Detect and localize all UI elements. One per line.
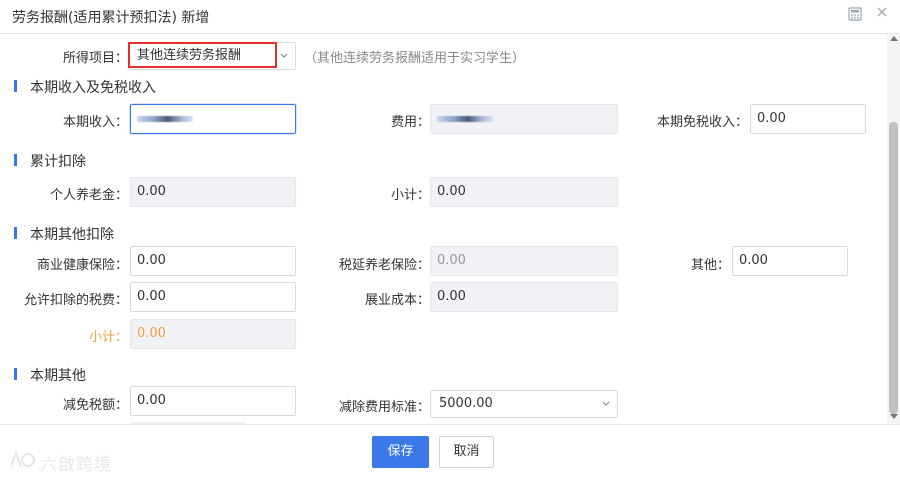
tax-free-income-label: 本期免税收入： xyxy=(656,115,748,130)
dialog-title: 劳务报酬(适用累计预扣法) 新增 xyxy=(12,10,210,26)
section-title-income: 本期收入及免税收入 xyxy=(30,80,156,96)
blurred-value xyxy=(437,115,493,122)
income-item-label: 所得项目： xyxy=(62,51,128,66)
section-title-other-deductions: 本期其他扣除 xyxy=(30,227,114,243)
tax-free-income-input[interactable]: 0.00 xyxy=(750,104,866,134)
pension-input: 0.00 xyxy=(130,177,296,207)
blurred-value xyxy=(137,115,193,122)
deduction-standard-label: 减除费用标准： xyxy=(338,400,430,415)
close-icon[interactable] xyxy=(875,5,889,23)
income-item-hint: （其他连续劳务报酬适用于实习学生） xyxy=(304,51,526,66)
tax-fee-label: 允许扣除的税费： xyxy=(23,293,128,308)
save-button[interactable]: 保存 xyxy=(372,436,429,468)
scrollbar-thumb[interactable] xyxy=(889,122,898,414)
section-marker xyxy=(14,154,17,166)
calculator-icon[interactable] xyxy=(848,7,862,25)
current-income-input[interactable] xyxy=(130,104,296,134)
expense-input xyxy=(430,104,618,134)
deferred-pension-input: 0.00 xyxy=(430,246,618,276)
scroll-down-icon[interactable] xyxy=(890,414,898,419)
tax-relief-input[interactable]: 0.00 xyxy=(130,386,296,416)
expense-label: 费用： xyxy=(390,115,430,130)
cumulative-subtotal-input: 0.00 xyxy=(430,177,618,207)
exhibition-cost-label: 展业成本： xyxy=(364,293,430,308)
cumulative-subtotal-label: 小计： xyxy=(390,188,430,203)
tax-relief-label: 减免税额： xyxy=(62,398,128,413)
current-income-label: 本期收入： xyxy=(62,115,128,130)
section-marker xyxy=(14,227,17,239)
health-insurance-label: 商业健康保险： xyxy=(36,258,128,273)
income-item-select[interactable]: 其他连续劳务报酬 xyxy=(128,42,296,70)
chevron-down-icon xyxy=(279,43,289,80)
cancel-button[interactable]: 取消 xyxy=(439,436,494,468)
health-insurance-input[interactable]: 0.00 xyxy=(130,246,296,276)
watermark-logo-icon xyxy=(8,449,38,475)
exhibition-cost-input: 0.00 xyxy=(430,282,618,312)
section-title-other: 本期其他 xyxy=(30,368,86,384)
deferred-pension-label: 税延养老保险： xyxy=(338,258,430,273)
other-deduction-subtotal-input: 0.00 xyxy=(130,319,296,349)
section-title-cumulative: 累计扣除 xyxy=(30,154,86,170)
watermark-text: 六啟跨境 xyxy=(40,455,112,475)
other-deduction-subtotal-label: 小计： xyxy=(88,330,128,345)
chevron-down-icon xyxy=(601,391,611,424)
deduction-standard-select[interactable]: 5000.00 xyxy=(430,390,618,418)
pension-label: 个人养老金： xyxy=(49,188,128,203)
other-deduction-label: 其他： xyxy=(690,258,730,273)
dialog-content: 所得项目： 其他连续劳务报酬 （其他连续劳务报酬适用于实习学生） 本期收入及免税… xyxy=(0,34,886,424)
other-deduction-input[interactable]: 0.00 xyxy=(732,246,848,276)
income-item-value: 其他连续劳务报酬 xyxy=(137,48,242,63)
deduction-standard-value: 5000.00 xyxy=(439,396,493,411)
section-marker xyxy=(14,80,17,92)
section-marker xyxy=(14,368,17,380)
footer-divider xyxy=(0,424,900,425)
scroll-up-icon[interactable] xyxy=(890,36,898,41)
tax-fee-input[interactable]: 0.00 xyxy=(130,282,296,312)
